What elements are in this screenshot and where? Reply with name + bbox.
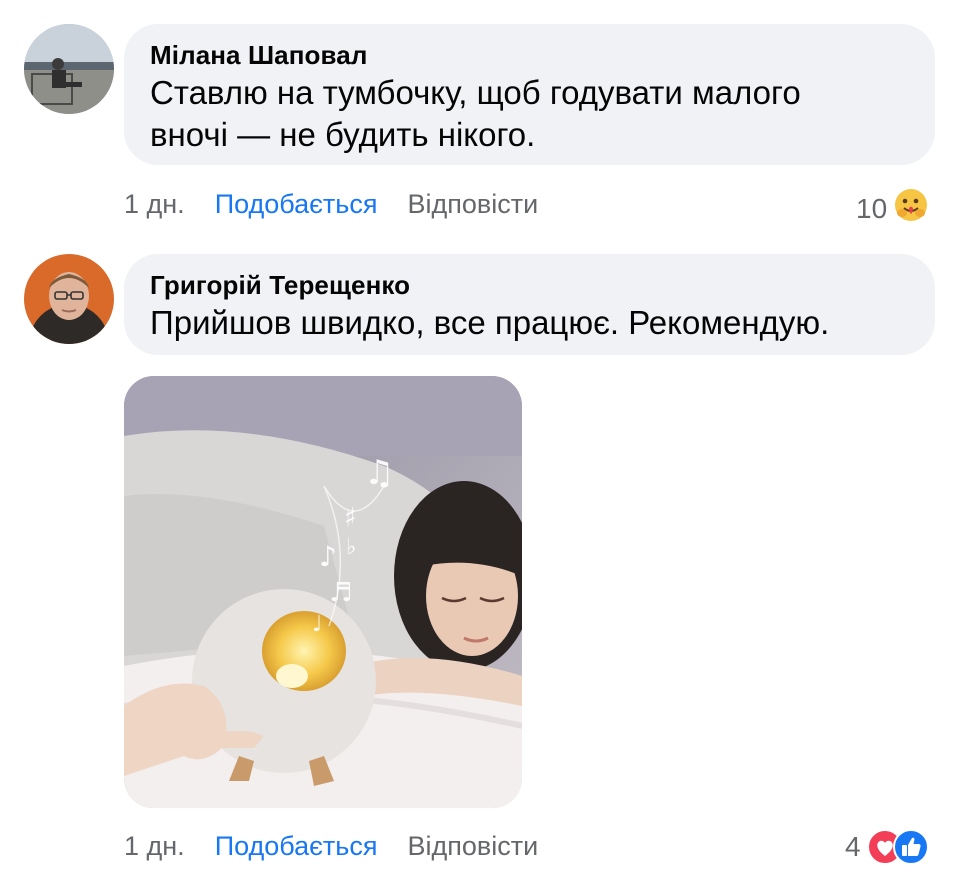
comment-bubble: Григорій Терещенко Прийшов швидко, все п… [124,254,935,355]
svg-text:♯: ♯ [344,503,357,533]
reaction-summary[interactable]: 4 [845,829,929,865]
reaction-count: 4 [845,831,861,862]
comment-actions: 1 дн. Подобається Відповісти [124,187,538,221]
reply-button[interactable]: Відповісти [407,829,538,863]
comment-actions: 1 дн. Подобається Відповісти [124,829,538,863]
like-thumb-icon [892,829,929,873]
comment-photo[interactable]: ♫ ♯ ♪ ♭ ♬ ♩ [124,376,522,808]
comment-time[interactable]: 1 дн. [124,187,185,221]
svg-text:♩: ♩ [312,612,322,637]
comment-text: Прийшов швидко, все працює. Рекомендую. [150,304,830,341]
avatar-milana[interactable] [24,24,114,114]
reaction-count: 10 [856,193,888,224]
like-button[interactable]: Подобається [215,829,378,863]
comment-text: Ставлю на тумбочку, щоб годувати малого … [150,74,801,153]
comment-bubble: Мілана Шаповал Ставлю на тумбочку, щоб г… [124,24,935,165]
reaction-icons [866,829,929,865]
like-button[interactable]: Подобається [215,187,378,221]
svg-text:♫: ♫ [364,453,394,493]
svg-text:♬: ♬ [329,578,352,608]
comment-time[interactable]: 1 дн. [124,829,185,863]
svg-text:♪: ♪ [319,540,337,573]
comment-author[interactable]: Мілана Шаповал [150,38,909,72]
reply-button[interactable]: Відповісти [407,187,538,221]
reaction-summary[interactable]: 10 [856,187,929,231]
comment-author[interactable]: Григорій Терещенко [150,268,909,302]
avatar-hryhorii[interactable] [24,254,114,344]
hug-emoji-icon [893,187,929,231]
svg-text:♭: ♭ [346,535,356,560]
